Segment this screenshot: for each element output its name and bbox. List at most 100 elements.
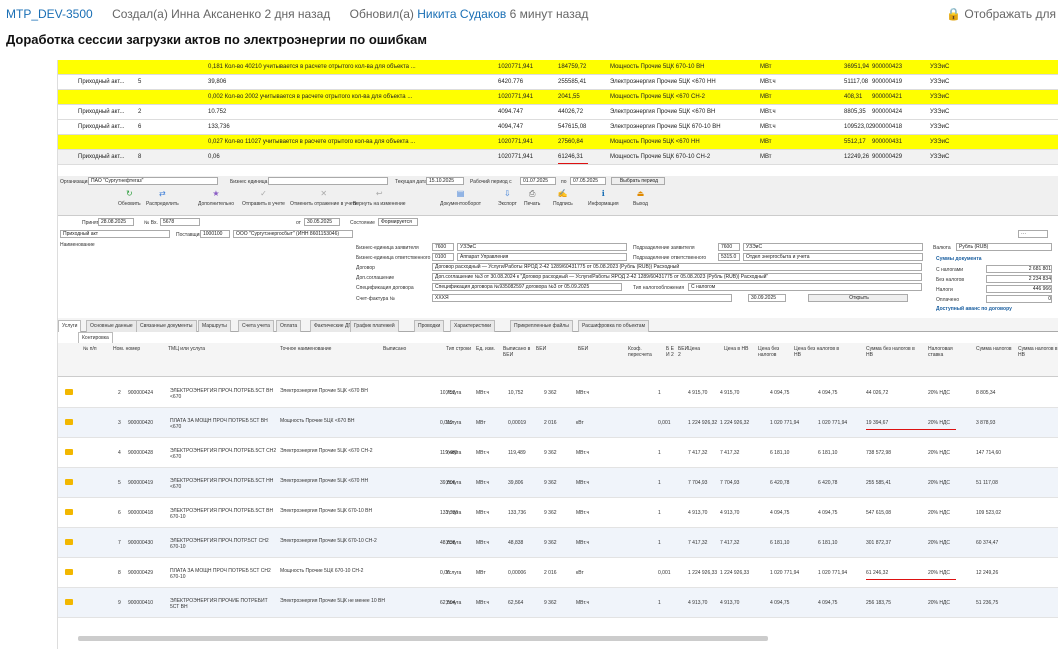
date-input[interactable]: 15.10.2025 <box>426 177 464 185</box>
summary-row[interactable]: 0,002 Кол-во 2002 учитывается в расчете … <box>58 90 1058 105</box>
invoice-input[interactable]: ХХХЯ <box>432 294 732 302</box>
period-from-input[interactable]: 01.07.2025 <box>520 177 556 185</box>
toolbar-button-0[interactable]: ↻ Обновить <box>118 189 141 207</box>
grid-header-cell[interactable]: Сумма без налогов в НВ <box>866 346 921 358</box>
grid-row[interactable]: 2 900000424 ЭЛЕКТРОЭНЕРГИЯ ПРОЧ.ПОТРЕБ.5СТ… <box>58 378 1058 408</box>
grid-header-cell[interactable]: Б Е И 2 <box>666 346 674 358</box>
toolbar-button-10[interactable]: ℹ Информация <box>588 189 619 207</box>
grid-header-cell[interactable]: Цена без налогов в НВ <box>794 346 844 358</box>
grid-header-cell[interactable]: Коэф. пересчета <box>628 346 658 358</box>
num-input[interactable]: 5678 <box>160 218 200 226</box>
toolbar-button-7[interactable]: ⇩ Экспорт <box>498 189 517 207</box>
toolbar-button-11[interactable]: ⏏ Выход <box>633 189 648 207</box>
toolbar-icon: ⇩ <box>504 189 511 198</box>
tax-select[interactable]: С налогом <box>688 283 922 291</box>
bu-select[interactable] <box>268 177 388 185</box>
from-input[interactable]: 30.05.2025 <box>304 218 340 226</box>
grid-header-cell[interactable]: Цена в НВ <box>724 346 754 352</box>
horizontal-scrollbar[interactable] <box>78 636 768 641</box>
toolbar-button-5[interactable]: ↩ Вернуть на изменение <box>353 189 406 207</box>
grid-row[interactable]: 8 900000429 ПЛАТА ЗА МОЩН ПРОЧ ПОТРЕБ 5СТ … <box>58 558 1058 588</box>
contract-input[interactable]: Договор расходный — Услуги/Работы ЯРОД 2… <box>432 263 922 271</box>
toolbar-button-2[interactable]: ★ Дополнительно <box>198 189 234 207</box>
tab-8[interactable]: Проводки <box>414 320 445 332</box>
toolbar-button-3[interactable]: ✓ Отправить в учете <box>242 189 285 207</box>
dep-code[interactable]: 7600 <box>718 243 740 251</box>
agreement-input[interactable]: Доп.соглашение №3 от 30.08.2024 к "Догов… <box>432 273 922 281</box>
doc-type-select[interactable]: Приходный акт <box>60 230 170 238</box>
dep-input[interactable]: УЗЭиС <box>743 243 923 251</box>
resp-input[interactable]: Аппарат Управления <box>457 253 627 261</box>
select-period-button[interactable]: Выбрать период <box>611 177 665 185</box>
grid-header-cell[interactable]: Налоговая ставка <box>928 346 968 358</box>
org-select[interactable]: ПАО "Сургутнефтегаз" <box>88 177 218 185</box>
ticket-id-link[interactable]: MTP_DEV-3500 <box>6 7 93 21</box>
grid-header-cell[interactable]: Выписано в БЕИ <box>503 346 531 358</box>
updated-user-link[interactable]: Никита Судаков <box>417 7 506 21</box>
grid-header-cell[interactable]: Цена <box>688 346 718 352</box>
summary-cell-i: 900000418 <box>872 124 903 130</box>
supplier-input[interactable]: ООО "Сургутэнергосбыт" (ИНН 8601153046) <box>233 230 353 238</box>
sums-section-header[interactable]: Суммы документа <box>936 256 982 262</box>
tab-10[interactable]: Прикрепленные файлы <box>510 320 573 332</box>
period-to-input[interactable]: 07.05.2025 <box>570 177 606 185</box>
summary-row[interactable]: Приходный акт... 5 39,806 6420.776 255585,41… <box>58 75 1058 90</box>
grid-row[interactable]: 4 900000428 ЭЛЕКТРОЭНЕРГИЯ ПРОЧ.ПОТРЕБ.5СТ… <box>58 438 1058 468</box>
grid-row[interactable]: 3 900000420 ПЛАТА ЗА МОЩН ПРОЧ ПОТРЕБ 5СТ … <box>58 408 1058 438</box>
toolbar-button-6[interactable]: ▤ Документооборот <box>440 189 481 207</box>
tab-1[interactable]: Основные данные <box>86 320 137 332</box>
be-code[interactable]: 7600 <box>432 243 454 251</box>
summary-row[interactable]: Приходный акт... 6 133,736 4094,747 547615,0… <box>58 120 1058 135</box>
grid-row[interactable]: 5 900000419 ЭЛЕКТРОЭНЕРГИЯ ПРОЧ.ПОТРЕБ.5СТ… <box>58 468 1058 498</box>
display-for-button[interactable]: 🔒 Отображать для <box>946 7 1056 21</box>
grid-header-cell[interactable]: Точное наименование <box>280 346 370 352</box>
grid-header-cell[interactable]: Сумма налогов в НВ <box>1018 346 1058 358</box>
grid-row[interactable]: 7 900000430 ЭЛЕКТРОЭНЕРГИЯ ПРОЧ.ПОТР.5СТ С… <box>58 528 1058 558</box>
advance-section-header[interactable]: Доступный аванс по договору <box>936 306 1012 312</box>
grid-header-cell[interactable]: № п/п <box>83 346 108 352</box>
grid-header-cell[interactable]: БЕИ <box>536 346 566 352</box>
grid-header-cell[interactable]: Тип строки <box>446 346 476 352</box>
tab-7[interactable]: График платежей <box>350 320 399 332</box>
grid-row[interactable]: 9 900000410 ЭЛЕКТРОЭНЕРГИЯ ПРОЧИЕ ПОТРЕБИТ… <box>58 588 1058 618</box>
tab-11[interactable]: Расшифровка по объектам <box>578 320 650 332</box>
invoice-date-input[interactable]: 30.09.2025 <box>748 294 786 302</box>
accepted-input[interactable]: 28.08.2025 <box>98 218 134 226</box>
grid-cell-pb: 6 181,10 <box>770 450 790 456</box>
be-input[interactable]: УЗЭиС <box>457 243 627 251</box>
toolbar-button-1[interactable]: ⇄ Распределить <box>146 189 179 207</box>
tab-3[interactable]: Маршруты <box>198 320 231 332</box>
grid-header-cell[interactable]: Выписано <box>383 346 433 352</box>
resp-code[interactable]: 0100 <box>432 253 454 261</box>
grid-header-cell[interactable]: ТМЦ или услуга <box>168 346 268 352</box>
lookup-button[interactable]: ··· <box>1018 230 1048 238</box>
grid-header-cell[interactable]: Ед. изм. <box>476 346 501 352</box>
toolbar-label: Дополнительно <box>198 201 234 207</box>
dep2-input[interactable]: Отдел энергосбыта и учета <box>743 253 923 261</box>
spec-input[interactable]: Спецификация договора №935082597 договор… <box>432 283 622 291</box>
tab-2[interactable]: Связанные документы <box>136 320 197 332</box>
tab-4[interactable]: Счета учета <box>238 320 274 332</box>
grid-header-cell[interactable]: БЕИ 2 <box>678 346 688 358</box>
toolbar-button-8[interactable]: ⎙ Печать <box>524 189 540 207</box>
toolbar-button-9[interactable]: ✍ Подпись <box>553 189 573 207</box>
tab-5[interactable]: Оплата <box>276 320 302 332</box>
state-input[interactable]: Формируется <box>378 218 418 226</box>
grid-header-cell[interactable]: Цена без налогов <box>758 346 788 358</box>
tab-9[interactable]: Характеристики <box>450 320 496 332</box>
summary-row[interactable]: 0,027 Кол-во 11027 учитывается в расчете… <box>58 135 1058 150</box>
grid-header-cell[interactable]: БЕИ <box>578 346 618 352</box>
open-button[interactable]: Открыть <box>808 294 908 302</box>
supplier-code[interactable]: 1000100 <box>200 230 230 238</box>
grid-row[interactable]: 6 900000418 ЭЛЕКТРОЭНЕРГИЯ ПРОЧ.ПОТРЕБ.5СТ… <box>58 498 1058 528</box>
dep2-code[interactable]: 5315.0 <box>718 253 740 261</box>
currency-select[interactable]: Рубль (RUB) <box>956 243 1052 251</box>
toolbar-icon: ✍ <box>557 189 568 198</box>
summary-row[interactable]: Приходный акт... 2 10.752 4094.747 44026,72 Э… <box>58 105 1058 120</box>
grid-header-cell[interactable]: Сумма налогов <box>976 346 1016 352</box>
tab-0[interactable]: Услуги <box>58 320 82 332</box>
summary-row[interactable]: 0,181 Кол-во 40210 учитывается в расчете… <box>58 60 1058 75</box>
grid-header-cell[interactable]: Ном. номер <box>113 346 148 352</box>
grid-cell-n: 4 <box>118 450 121 456</box>
toolbar-button-4[interactable]: ✕ Отменить отражение в учете <box>290 189 357 207</box>
